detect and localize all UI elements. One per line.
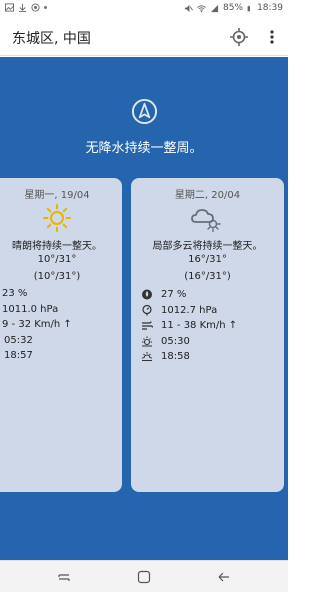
partly-cloudy-day-icon <box>191 209 221 233</box>
card-sunset: 18:57 <box>4 350 33 361</box>
target-icon <box>31 3 40 12</box>
download-icon <box>18 3 27 12</box>
more-vert-icon[interactable] <box>266 28 278 46</box>
card-wind: 9 - 32 Km/h ↑ <box>2 319 72 330</box>
card-description: 局部多云将持续一整天。 <box>152 241 263 252</box>
location-crosshair-icon[interactable] <box>229 27 249 47</box>
card-sunset: 18:58 <box>141 350 190 362</box>
navigation-bar <box>0 560 288 592</box>
card-temperature: 16°/31° <box>188 254 227 265</box>
recent-apps-icon[interactable] <box>57 570 71 584</box>
humidity-icon <box>142 289 152 300</box>
sunset-icon <box>142 352 152 362</box>
card-wind: 11 - 38 Km/h ↑ <box>141 319 237 331</box>
forecast-card-monday[interactable]: 星期一, 19/04 晴朗将持续一整天。 10°/31° (10°/31°) 2… <box>0 178 122 492</box>
card-temperature: 10°/31° <box>37 254 77 265</box>
card-pressure: 1011.0 hPa <box>2 304 59 315</box>
mute-icon <box>184 4 193 12</box>
card-humidity: 27 % <box>141 288 186 300</box>
card-date: 星期一, 19/04 <box>24 190 90 201</box>
battery-percent: 85% <box>223 3 244 13</box>
image-icon <box>5 3 14 12</box>
card-sunrise: 05:30 <box>141 335 190 347</box>
compass-icon <box>131 98 158 125</box>
card-description: 晴朗将持续一整天。 <box>12 241 102 252</box>
card-feels-like: (16°/31°) <box>184 271 231 282</box>
pressure-icon <box>142 304 152 316</box>
dot-icon <box>44 6 47 9</box>
wifi-icon <box>197 4 206 12</box>
card-pressure: 1012.7 hPa <box>141 304 217 316</box>
card-humidity: 23 % <box>2 288 28 299</box>
back-icon[interactable] <box>217 570 231 584</box>
home-icon[interactable] <box>137 570 151 584</box>
wind-icon <box>142 321 153 330</box>
signal-icon <box>210 4 219 12</box>
battery-icon <box>247 5 251 11</box>
card-feels-like: (10°/31°) <box>33 271 81 282</box>
sunrise-icon <box>142 336 152 347</box>
clock: 18:39 <box>257 3 283 13</box>
location-title: 东城区, 中国 <box>12 31 91 47</box>
weekly-summary: 无降水持续一整周。 <box>85 141 203 156</box>
card-date: 星期二, 20/04 <box>174 190 241 201</box>
app-bar: 东城区, 中国 <box>0 19 288 56</box>
status-bar: 85% 18:39 <box>0 0 288 19</box>
sun-icon <box>43 204 71 232</box>
card-sunrise: 05:32 <box>4 335 33 346</box>
forecast-card-tuesday[interactable]: 星期二, 20/04 局部多云将持续一整天。 16°/31° (16°/31°)… <box>131 178 284 492</box>
